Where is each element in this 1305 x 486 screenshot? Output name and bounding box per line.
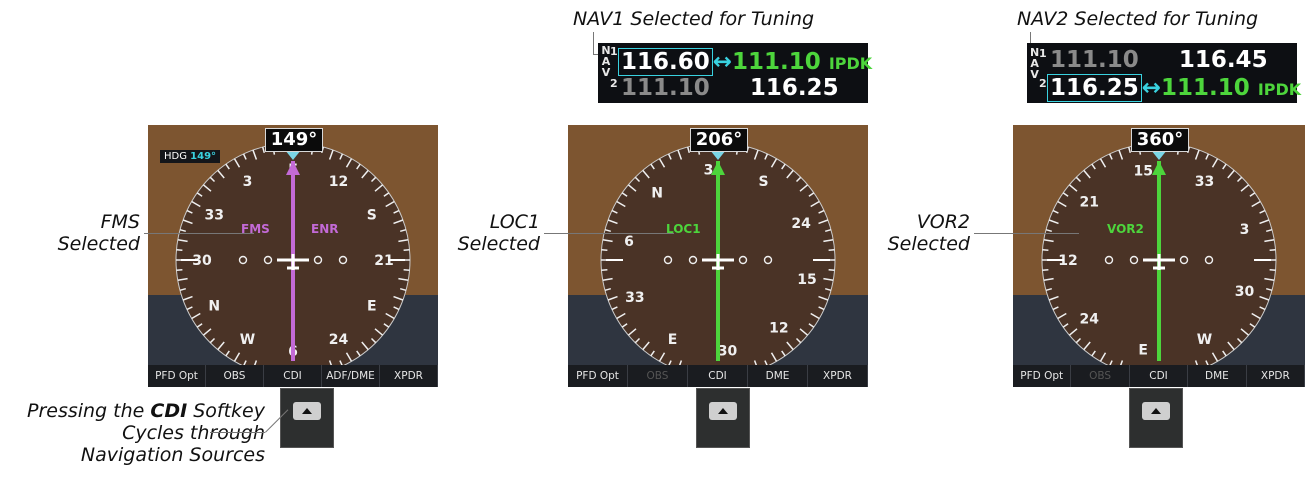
softkey-obs[interactable]: OBS: [1071, 365, 1130, 387]
softkey-dme[interactable]: DME: [748, 365, 808, 387]
rose-label: 33: [625, 290, 644, 306]
up-arrow-icon: [293, 402, 321, 420]
source-label: VOR2: [1107, 222, 1144, 236]
nav2-active-frequency[interactable]: 116.25: [1047, 74, 1142, 102]
pfd-panel: 12S21E246WN30333E 149° FMS PFD OptOBSCDI…: [148, 125, 438, 387]
swap-arrow-icon: ↔: [712, 49, 733, 75]
softkey-pfd-opt[interactable]: PFD Opt: [1013, 365, 1072, 387]
cdi-softkey-button[interactable]: [696, 388, 750, 448]
heading-readout: 360°: [1131, 128, 1189, 152]
nav2-standby-frequency: 111.10: [1161, 75, 1250, 101]
softkey-xpdr[interactable]: XPDR: [1247, 365, 1305, 387]
rose-label: 15: [1133, 163, 1152, 179]
rose-label: E: [367, 299, 377, 315]
up-arrow-icon: [1142, 402, 1170, 420]
heading-readout: 149°: [265, 128, 323, 152]
rose-label: 24: [1080, 312, 1100, 328]
softkey-pfd-opt[interactable]: PFD Opt: [568, 365, 628, 387]
softkey-adf-dme[interactable]: ADF/DME: [322, 365, 380, 387]
softkey-cdi[interactable]: CDI: [688, 365, 748, 387]
rose-label: N: [651, 185, 663, 201]
rose-label: E: [1138, 343, 1148, 359]
rose-label: 12: [769, 321, 788, 337]
enr-label: ENR: [311, 222, 339, 236]
nav1-callout: NAV1 Selected for Tuning: [573, 8, 815, 30]
nav1-ident: IPDK: [828, 54, 873, 73]
pfd-panel: S 24 15 12 30 E 33 6 N 3 206° LOC1 PFD Opt OBS CDI D…: [568, 125, 868, 387]
nav1-standby-frequency: 111.10: [732, 49, 821, 75]
rose-label: 33: [1195, 174, 1214, 190]
rose-label: E: [668, 332, 678, 348]
nav1-active-frequency[interactable]: 116.60: [618, 48, 713, 76]
softkey-obs[interactable]: OBS: [628, 365, 688, 387]
rose-label: 3: [704, 163, 714, 179]
pfd-panel: 33 3 30 W E 24 12 21 15 360° VOR2 PFD Opt OBS CDI D…: [1013, 125, 1305, 387]
rose-label: 24: [329, 332, 349, 348]
nav1-active-frequency: 111.10: [1050, 47, 1139, 73]
nav1-frequency-box: NAV 1 2 116.60 ↔111.10 IPDK 111.10 116.25: [598, 43, 872, 103]
rose-label: 12: [329, 174, 348, 190]
rose-label: N: [208, 299, 220, 315]
rose-label: 21: [1080, 195, 1099, 211]
rose-label: 15: [797, 272, 816, 288]
nav2-frequency-box: NAV 1 2 111.10 116.45 116.25 ↔111.10 IPDK: [1027, 43, 1301, 103]
softkey-bar: PFD Opt OBS CDI DME XPDR: [568, 365, 868, 387]
nav2-active-frequency: 111.10: [621, 75, 710, 101]
nav2-callout: NAV2 Selected for Tuning: [1017, 8, 1259, 30]
softkey-cdi[interactable]: CDI: [1130, 365, 1189, 387]
softkey-cdi[interactable]: CDI: [264, 365, 322, 387]
rose-label: 33: [204, 208, 223, 224]
cdi-softkey-callout: Pressing the CDI Softkey Cycles through …: [26, 400, 265, 466]
rose-label: 6: [624, 234, 634, 250]
rose-label: 30: [718, 344, 738, 360]
softkey-pfd-opt[interactable]: PFD Opt: [148, 365, 206, 387]
rose-label: W: [1197, 332, 1212, 348]
rose-label: 24: [791, 216, 811, 232]
fms-selected-callout: FMS Selected: [57, 211, 140, 255]
softkey-dme[interactable]: DME: [1188, 365, 1247, 387]
swap-arrow-icon: ↔: [1141, 75, 1162, 101]
nav1-standby-frequency: 116.45: [1178, 47, 1268, 73]
hdg-readout: HDG 149°: [160, 150, 221, 163]
softkey-bar: PFD Opt OBS CDI DME XPDR: [1013, 365, 1305, 387]
softkey-xpdr[interactable]: XPDR: [808, 365, 868, 387]
heading-readout: 206°: [690, 128, 748, 152]
rose-label: S: [758, 174, 768, 190]
rose-label: S: [367, 208, 377, 224]
rose-label: 3: [243, 174, 253, 190]
nav2-standby-frequency: 116.25: [749, 75, 839, 101]
rose-label: 30: [1235, 284, 1255, 300]
vor2-selected-callout: VOR2 Selected: [887, 211, 970, 255]
rose-label: W: [240, 332, 255, 348]
rose-label: 3: [1240, 222, 1250, 238]
softkey-bar: PFD Opt OBS CDI ADF/DME XPDR: [148, 365, 438, 387]
cdi-softkey-button[interactable]: [1129, 388, 1183, 448]
softkey-xpdr[interactable]: XPDR: [380, 365, 438, 387]
loc1-selected-callout: LOC1 Selected: [457, 211, 540, 255]
up-arrow-icon: [709, 402, 737, 420]
softkey-obs[interactable]: OBS: [206, 365, 264, 387]
cdi-softkey-button[interactable]: [280, 388, 334, 448]
nav2-ident: IPDK: [1257, 80, 1302, 99]
